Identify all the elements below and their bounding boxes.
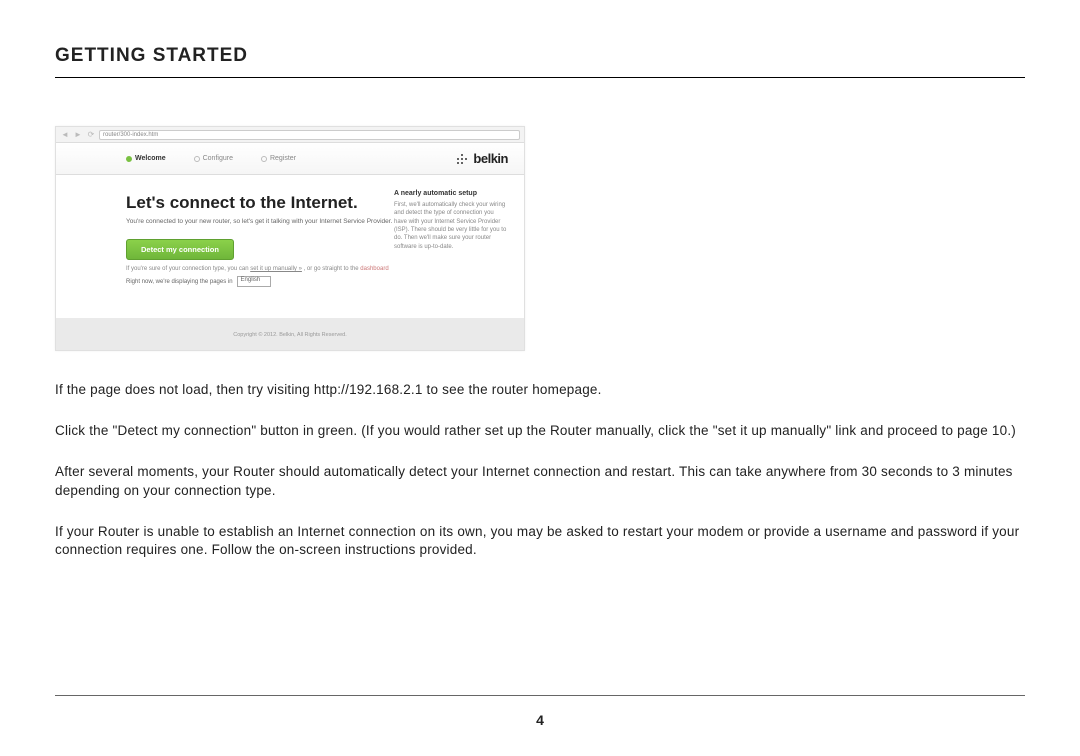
page-title: GETTING STARTED	[55, 45, 1025, 67]
back-icon: ◄	[60, 130, 70, 140]
wizard-nav: Welcome Configure Register belkin	[56, 143, 524, 175]
language-select[interactable]: English	[237, 276, 272, 287]
brand-text: belkin	[473, 151, 508, 166]
language-label: Right now, we're displaying the pages in	[126, 279, 233, 285]
browser-chrome-bar: ◄ ► ⟳ router/300-index.htm	[56, 127, 524, 143]
divider-bottom	[55, 695, 1025, 696]
step-configure: Configure	[194, 155, 233, 162]
language-row: Right now, we're displaying the pages in…	[126, 276, 508, 287]
paragraph-4: If your Router is unable to establish an…	[55, 523, 1025, 561]
reload-icon: ⟳	[86, 130, 96, 140]
sidebar-title: A nearly automatic setup	[394, 189, 508, 199]
paragraph-2: Click the "Detect my connection" button …	[55, 422, 1025, 441]
body-text: If the page does not load, then try visi…	[55, 381, 1025, 560]
step-dot-icon	[126, 156, 132, 162]
page-number: 4	[0, 712, 1080, 728]
detect-connection-button[interactable]: Detect my connection	[126, 239, 234, 260]
screenshot-body: Let's connect to the Internet. You're co…	[56, 175, 524, 287]
manual-setup-link[interactable]: set it up manually »	[250, 266, 302, 272]
dashboard-link[interactable]: dashboard	[360, 266, 388, 272]
step-label: Register	[270, 155, 296, 162]
wizard-steps: Welcome Configure Register	[126, 155, 296, 162]
manual-prefix: If you're sure of your connection type, …	[126, 266, 250, 272]
sidebar-body: First, we'll automatically check your wi…	[394, 201, 508, 251]
url-bar: router/300-index.htm	[99, 130, 520, 140]
paragraph-1: If the page does not load, then try visi…	[55, 381, 1025, 400]
router-setup-screenshot: ◄ ► ⟳ router/300-index.htm Welcome Confi…	[55, 126, 525, 351]
step-label: Welcome	[135, 155, 166, 162]
forward-icon: ►	[73, 130, 83, 140]
step-dot-icon	[194, 156, 200, 162]
screenshot-footer: Copyright © 2012. Belkin, All Rights Res…	[56, 318, 524, 350]
belkin-dots-icon	[455, 152, 469, 166]
screenshot-side-column: A nearly automatic setup First, we'll au…	[394, 189, 508, 251]
step-dot-icon	[261, 156, 267, 162]
step-label: Configure	[203, 155, 233, 162]
step-register: Register	[261, 155, 296, 162]
brand-logo: belkin	[455, 151, 508, 166]
divider-top	[55, 77, 1025, 78]
manual-setup-line: If you're sure of your connection type, …	[126, 266, 508, 272]
manual-mid: , or go straight to the	[302, 266, 360, 272]
step-welcome: Welcome	[126, 155, 166, 162]
paragraph-3: After several moments, your Router shoul…	[55, 463, 1025, 501]
